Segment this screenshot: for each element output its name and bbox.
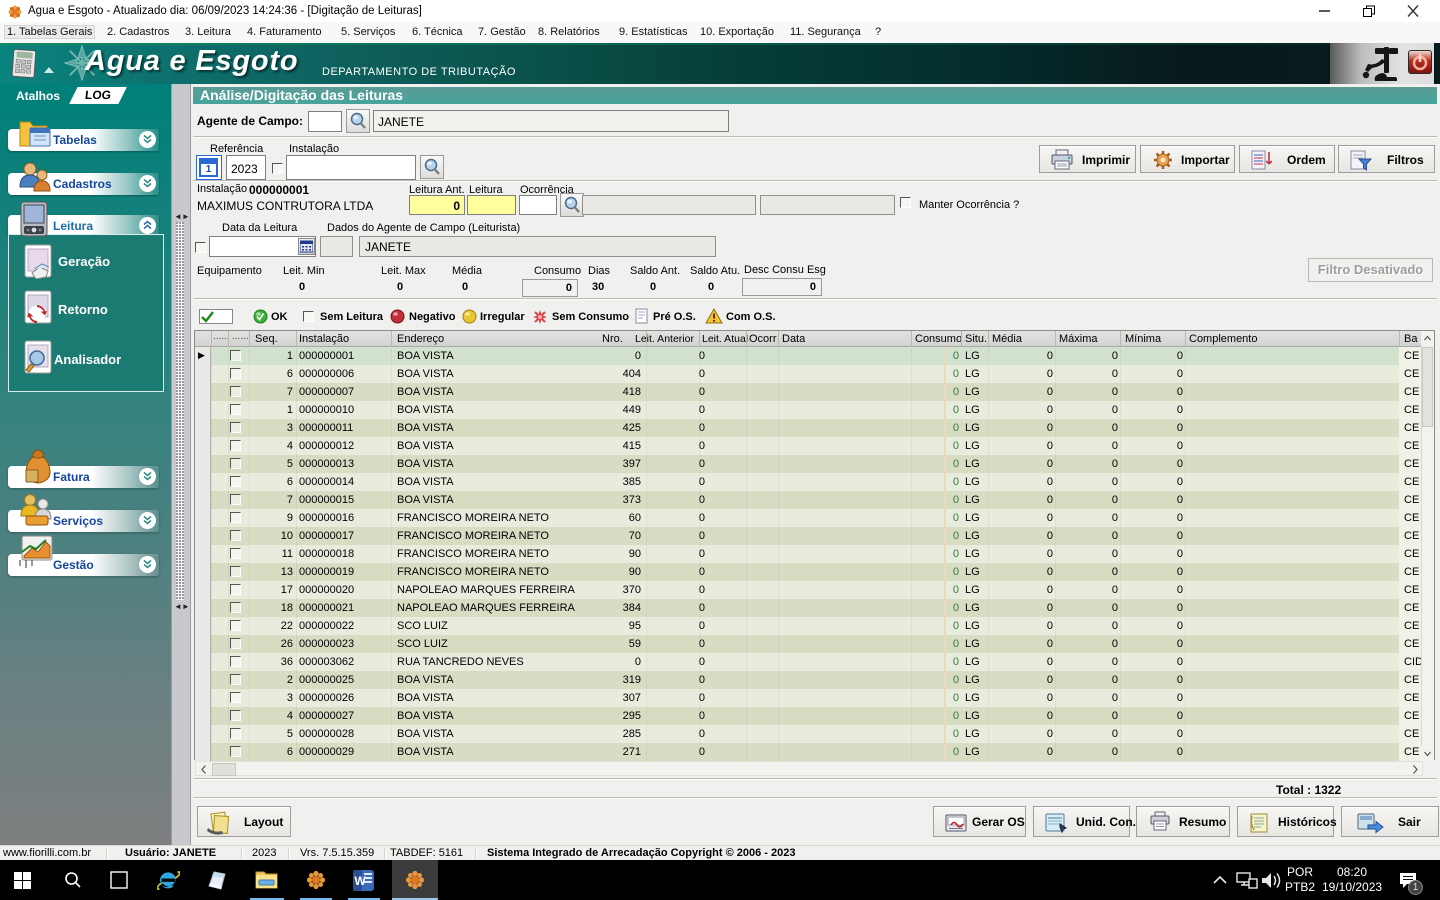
- svg-text:1: 1: [206, 164, 212, 175]
